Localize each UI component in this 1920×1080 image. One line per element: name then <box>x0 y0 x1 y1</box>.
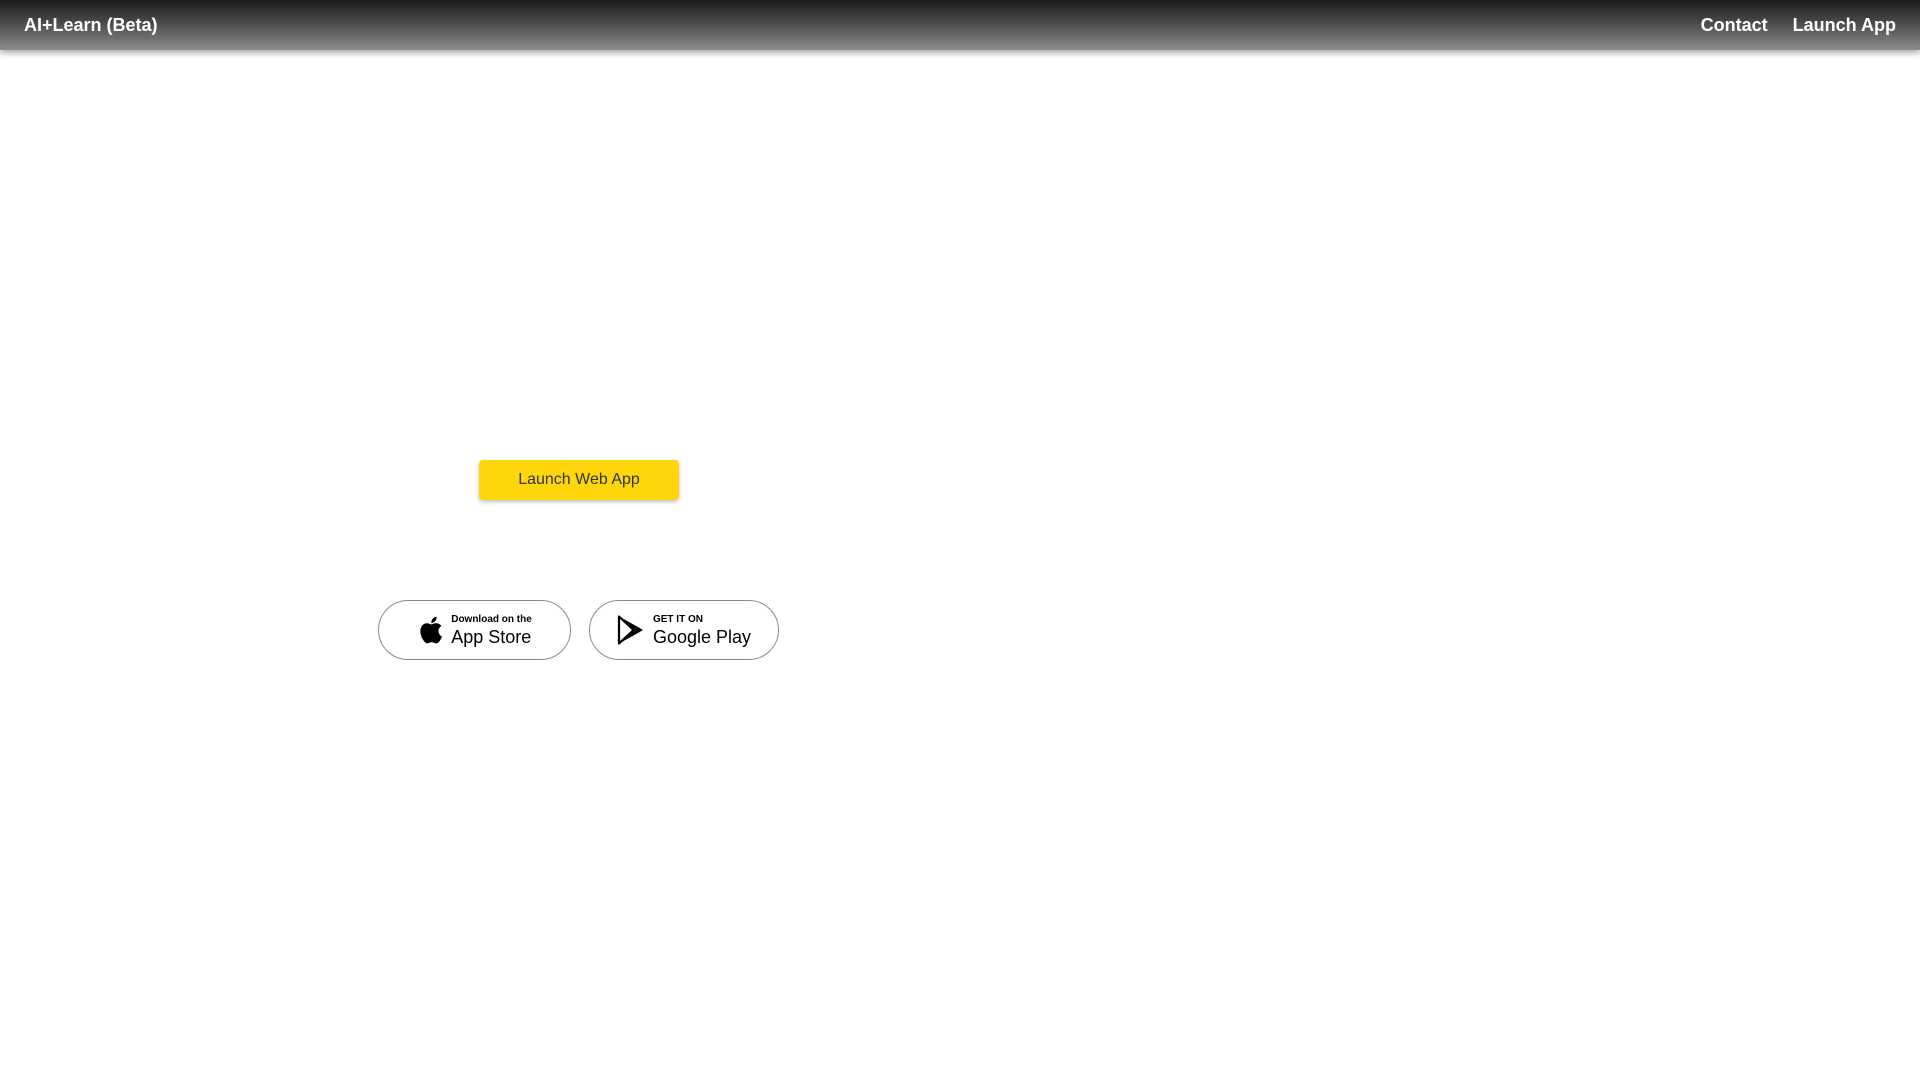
launch-web-app-button[interactable]: Launch Web App <box>479 460 679 500</box>
google-play-big-text: Google Play <box>652 626 752 647</box>
google-play-text: GET IT ON Google Play <box>652 613 752 647</box>
nav-contact-link[interactable]: Contact <box>1701 15 1768 36</box>
apple-icon <box>417 615 443 645</box>
app-store-badge[interactable]: Download on the App Store <box>378 600 571 660</box>
app-store-text: Download on the App Store <box>451 613 532 647</box>
nav-launch-app-link[interactable]: Launch App <box>1793 15 1896 36</box>
brand-link[interactable]: AI+Learn (Beta) <box>24 15 158 36</box>
app-store-small-text: Download on the <box>451 613 532 625</box>
top-navbar: AI+Learn (Beta) Contact Launch App <box>0 0 1920 50</box>
google-play-small-text: GET IT ON <box>652 613 703 625</box>
nav-links: Contact Launch App <box>1701 15 1896 36</box>
app-store-big-text: App Store <box>451 626 532 647</box>
google-play-badge[interactable]: GET IT ON Google Play <box>589 600 779 660</box>
play-store-icon <box>617 615 645 645</box>
